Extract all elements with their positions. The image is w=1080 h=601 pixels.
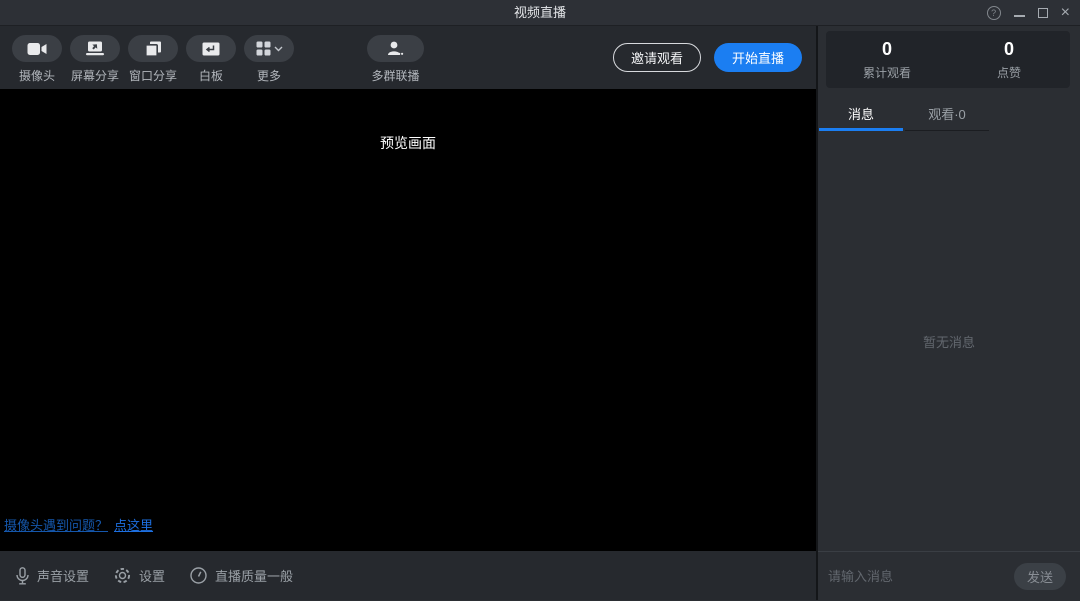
- multi-group-label: 多群联播: [371, 69, 420, 83]
- live-stream-window: 视频直播 ? × 摄像头 屏幕分享 窗口分享 白板 更多 多群联播 邀请观看 开…: [0, 0, 1080, 601]
- total-viewers-label: 累计观看: [862, 65, 911, 80]
- message-list: 暂无消息: [818, 131, 1080, 551]
- camera-trouble-link[interactable]: 摄像头遇到问题？ 点这里: [4, 515, 153, 534]
- send-button[interactable]: 发送: [1014, 562, 1066, 590]
- window-title: 视频直播: [513, 5, 566, 20]
- panel-tabs: 消息 观看·0: [818, 88, 1080, 131]
- help-icon[interactable]: ?: [986, 6, 1001, 20]
- more-label: 更多: [256, 69, 281, 83]
- active-tab-underline: [819, 128, 903, 131]
- message-input-bar: 发送: [818, 551, 1080, 600]
- sound-settings-label: 声音设置: [37, 569, 90, 584]
- maximize-icon[interactable]: [1037, 8, 1048, 18]
- multi-group-broadcast-button[interactable]: 多群联播: [367, 35, 424, 89]
- preview-label: 预览画面: [380, 135, 436, 151]
- sound-settings-button[interactable]: 声音设置: [16, 566, 89, 585]
- camera-icon: [27, 42, 47, 56]
- gear-icon: [114, 567, 131, 584]
- camera-trouble-question[interactable]: 摄像头遇到问题？: [4, 518, 108, 533]
- toolbar: 摄像头 屏幕分享 窗口分享 白板 更多 多群联播 邀请观看 开始直播: [0, 26, 816, 89]
- likes-value: 0: [1003, 38, 1014, 59]
- click-here-link[interactable]: 点这里: [114, 518, 153, 533]
- multi-group-icon: [387, 41, 405, 56]
- settings-button[interactable]: 设置: [114, 566, 165, 585]
- whiteboard-label: 白板: [198, 69, 223, 83]
- more-button[interactable]: 更多: [244, 35, 294, 89]
- minimize-icon[interactable]: [1013, 10, 1025, 17]
- window-share-icon: [144, 41, 162, 57]
- total-viewers-stat: 0 累计观看: [826, 31, 948, 88]
- start-live-button[interactable]: 开始直播: [713, 43, 802, 72]
- titlebar: 视频直播 ? ×: [0, 0, 1080, 26]
- chat-panel: 0 累计观看 0 点赞 消息 观看·0 暂无消息 请输入消息 发送: [818, 26, 1080, 600]
- camera-button[interactable]: 摄像头: [12, 35, 62, 89]
- microphone-icon: [16, 566, 29, 585]
- whiteboard-button[interactable]: 白板: [186, 35, 236, 89]
- likes-label: 点赞: [996, 65, 1021, 80]
- stream-quality-indicator[interactable]: 直播质量一般: [190, 566, 293, 585]
- more-grid-icon: [256, 41, 271, 56]
- message-input[interactable]: [828, 568, 1006, 584]
- screen-share-label: 屏幕分享: [70, 69, 119, 83]
- window-share-button[interactable]: 窗口分享: [128, 35, 178, 89]
- tab-messages[interactable]: 消息: [818, 95, 904, 131]
- empty-message-text: 暂无消息: [922, 334, 975, 350]
- likes-stat: 0 点赞: [948, 31, 1070, 88]
- camera-label: 摄像头: [18, 69, 55, 83]
- video-preview-area: 预览画面 摄像头遇到问题？ 点这里: [0, 89, 816, 551]
- quality-gauge-icon: [190, 567, 207, 584]
- toolbar-actions: 邀请观看 开始直播: [612, 26, 802, 89]
- settings-label: 设置: [139, 569, 166, 584]
- close-icon[interactable]: ×: [1061, 5, 1070, 21]
- window-controls: ? ×: [986, 0, 1070, 26]
- window-share-label: 窗口分享: [128, 69, 177, 83]
- tab-viewers[interactable]: 观看·0: [904, 95, 990, 131]
- stream-quality-label: 直播质量一般: [215, 569, 294, 584]
- chevron-down-icon: [274, 46, 283, 52]
- statusbar: 声音设置 设置 直播质量一般: [0, 551, 816, 600]
- invite-viewers-button[interactable]: 邀请观看: [612, 43, 701, 72]
- whiteboard-icon: [202, 42, 220, 56]
- stream-stats: 0 累计观看 0 点赞: [826, 31, 1070, 88]
- tool-group: 摄像头 屏幕分享 窗口分享 白板 更多 多群联播: [12, 26, 424, 89]
- screen-share-icon: [85, 41, 105, 56]
- screen-share-button[interactable]: 屏幕分享: [70, 35, 120, 89]
- total-viewers-value: 0: [881, 38, 892, 59]
